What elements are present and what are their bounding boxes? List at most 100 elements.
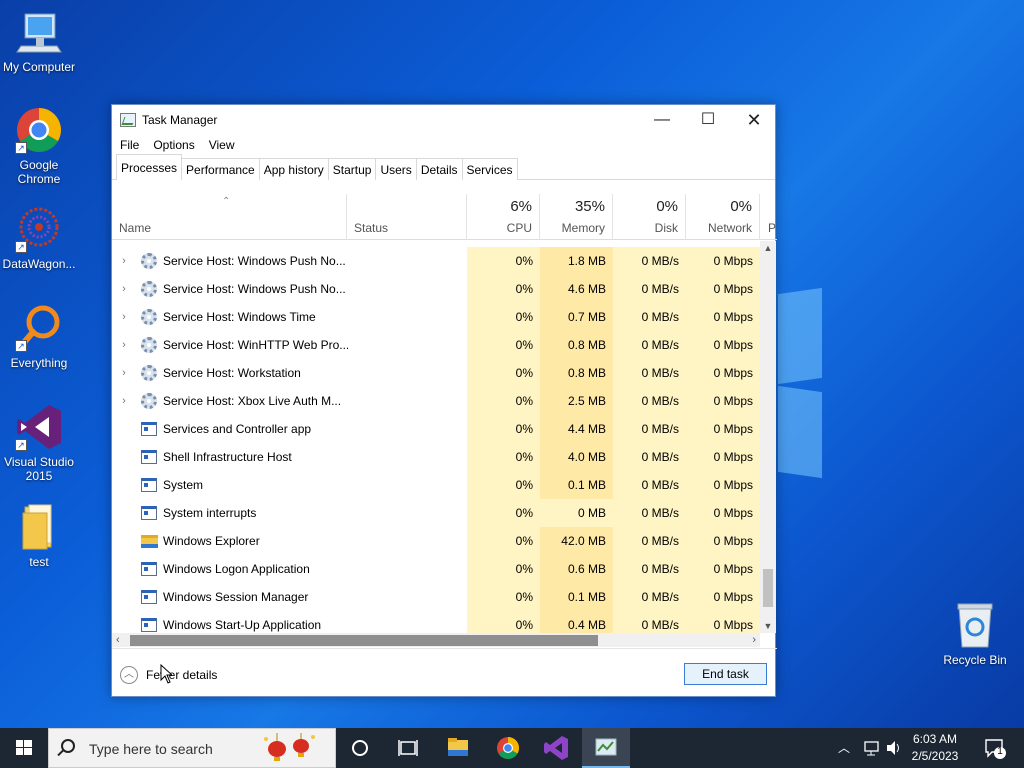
expand-chevron-icon[interactable]: ›: [118, 331, 130, 359]
scroll-right-icon[interactable]: ›: [752, 633, 756, 647]
close-button[interactable]: ✕: [731, 105, 777, 135]
table-row[interactable]: › Service Host: WinHTTP Web Pro... 0% 0.8 M…: [112, 331, 760, 359]
network-icon[interactable]: [862, 728, 882, 768]
title-bar[interactable]: Task Manager — ☐ ✕: [112, 105, 775, 135]
network-value: 0 Mbps: [686, 555, 760, 583]
tab-startup[interactable]: Startup: [327, 158, 377, 180]
file-explorer-icon: [448, 738, 468, 756]
desktop-icon-everything[interactable]: ↗ Everything: [0, 304, 78, 370]
visual-studio-icon: ↗: [15, 403, 63, 451]
app-window-icon: [141, 505, 157, 521]
tab-performance[interactable]: Performance: [181, 158, 260, 180]
desktop-icon-test-folder[interactable]: test: [0, 503, 78, 569]
tab-app-history[interactable]: App history: [258, 158, 329, 180]
horizontal-scroll-thumb[interactable]: [130, 635, 598, 646]
desktop-icon-visual-studio[interactable]: ↗ Visual Studio 2015: [0, 403, 78, 483]
process-name: Windows Explorer: [163, 534, 260, 548]
cpu-value: 0%: [467, 303, 540, 331]
column-memory[interactable]: 35% Memory: [540, 194, 613, 240]
table-row[interactable]: Shell Infrastructure Host 0% 4.0 MB 0 MB/s 0…: [112, 443, 760, 471]
process-name: Service Host: WinHTTP Web Pro...: [163, 338, 348, 352]
shortcut-arrow-icon: ↗: [15, 241, 27, 253]
horizontal-scrollbar[interactable]: ‹ ›: [112, 633, 760, 647]
table-row[interactable]: › Service Host: Workstation 0% 0.8 MB 0 MB/s…: [112, 359, 760, 387]
maximize-button[interactable]: ☐: [685, 105, 731, 135]
desktop-icon-label: Everything: [10, 356, 68, 370]
process-name: Services and Controller app: [163, 422, 312, 436]
taskbar-chrome[interactable]: [484, 728, 532, 768]
cortana-button[interactable]: [336, 728, 384, 768]
expand-chevron-icon[interactable]: ›: [118, 387, 130, 415]
end-task-button[interactable]: End task: [684, 663, 767, 685]
process-name: Service Host: Xbox Live Auth M...: [163, 394, 342, 408]
expand-chevron-icon[interactable]: ›: [118, 275, 130, 303]
expand-chevron-icon[interactable]: ›: [118, 359, 130, 387]
tab-processes[interactable]: Processes: [116, 154, 183, 180]
disk-value: 0 MB/s: [613, 527, 686, 555]
table-row[interactable]: System interrupts 0% 0 MB 0 MB/s 0 Mbps: [112, 499, 760, 527]
start-button[interactable]: [0, 728, 48, 768]
row-spacer: [118, 415, 130, 443]
volume-icon[interactable]: [884, 728, 904, 768]
network-value: 0 Mbps: [686, 331, 760, 359]
memory-value: 0.6 MB: [540, 555, 613, 583]
mouse-cursor-icon: [160, 664, 172, 684]
show-hidden-icons-chevron-icon[interactable]: ︿: [838, 728, 850, 768]
table-row[interactable]: System 0% 0.1 MB 0 MB/s 0 Mbps: [112, 471, 760, 499]
vertical-scroll-thumb[interactable]: [763, 569, 773, 607]
memory-value: 0 MB: [540, 499, 613, 527]
desktop-icon-label: My Computer: [2, 60, 76, 74]
tab-users[interactable]: Users: [375, 158, 417, 180]
scroll-left-icon[interactable]: ‹: [116, 633, 120, 647]
taskbar-visual-studio[interactable]: [532, 728, 580, 768]
table-row[interactable]: Windows Explorer 0% 42.0 MB 0 MB/s 0 Mbps: [112, 527, 760, 555]
table-row[interactable]: Windows Logon Application 0% 0.6 MB 0 MB/s 0…: [112, 555, 760, 583]
taskbar-file-explorer[interactable]: [434, 728, 482, 768]
expand-chevron-icon[interactable]: ›: [118, 303, 130, 331]
table-row[interactable]: › Service Host: Windows Push No... 0% 4.6 M…: [112, 275, 760, 303]
menu-file[interactable]: File: [120, 135, 139, 155]
table-row[interactable]: › Service Host: Windows Time 0% 0.7 MB 0 MB/…: [112, 303, 760, 331]
gear-icon: [141, 393, 157, 409]
table-row[interactable]: › Service Host: Windows Push No... 0% 1.8 M…: [112, 247, 760, 275]
column-network[interactable]: 0% Network: [686, 194, 760, 240]
process-name: Service Host: Workstation: [163, 366, 301, 380]
column-cpu[interactable]: 6% CPU: [467, 194, 540, 240]
task-manager-icon: [595, 738, 617, 756]
column-disk[interactable]: 0% Disk: [613, 194, 686, 240]
menu-options[interactable]: Options: [153, 135, 194, 155]
taskbar-task-manager[interactable]: [582, 728, 630, 768]
desktop-icon-google-chrome[interactable]: ↗ Google Chrome: [0, 106, 78, 186]
minimize-button[interactable]: —: [639, 105, 685, 135]
scroll-up-icon[interactable]: ▲: [760, 243, 776, 253]
column-name[interactable]: ⌃ Name: [112, 194, 347, 240]
table-row[interactable]: Windows Start-Up Application 0% 0.4 MB 0 MB…: [112, 611, 760, 633]
network-value: 0 Mbps: [686, 499, 760, 527]
scroll-down-icon[interactable]: ▼: [760, 621, 776, 631]
desktop-icon-my-computer[interactable]: My Computer: [0, 8, 78, 74]
desktop-icon-datawagon[interactable]: ↗ DataWagon...: [0, 205, 78, 271]
table-row[interactable]: › Service Host: Xbox Live Auth M... 0% 2.5 …: [112, 387, 760, 415]
memory-value: 0.7 MB: [540, 303, 613, 331]
taskbar-search-box[interactable]: Type here to search: [48, 728, 336, 768]
vertical-scrollbar[interactable]: ▲ ▼: [760, 241, 776, 633]
shortcut-arrow-icon: ↗: [15, 340, 27, 352]
desktop-icon-recycle-bin[interactable]: Recycle Bin: [936, 601, 1014, 667]
notification-center-button[interactable]: 1: [978, 728, 1014, 768]
row-spacer: [118, 611, 130, 633]
expand-chevron-icon[interactable]: ›: [118, 247, 130, 275]
task-view-button[interactable]: [384, 728, 432, 768]
menu-view[interactable]: View: [209, 135, 235, 155]
tab-details[interactable]: Details: [415, 158, 463, 180]
cpu-value: 0%: [467, 499, 540, 527]
gear-icon: [141, 281, 157, 297]
table-row[interactable]: Services and Controller app 0% 4.4 MB 0 MB/…: [112, 415, 760, 443]
column-status[interactable]: Status: [347, 194, 467, 240]
column-header: ⌃ Name Status 6% CPU 35% Memory 0% Disk …: [112, 194, 777, 240]
table-row[interactable]: Windows Session Manager 0% 0.1 MB 0 MB/s 0 M…: [112, 583, 760, 611]
system-clock[interactable]: 6:03 AM 2/5/2023: [904, 731, 966, 765]
disk-value: 0 MB/s: [613, 331, 686, 359]
tab-services[interactable]: Services: [461, 158, 518, 180]
taskbar: Type here to search ︿ 6:03 AM 2/5/2023 1: [0, 728, 1024, 768]
column-power-partial[interactable]: P: [760, 194, 777, 240]
